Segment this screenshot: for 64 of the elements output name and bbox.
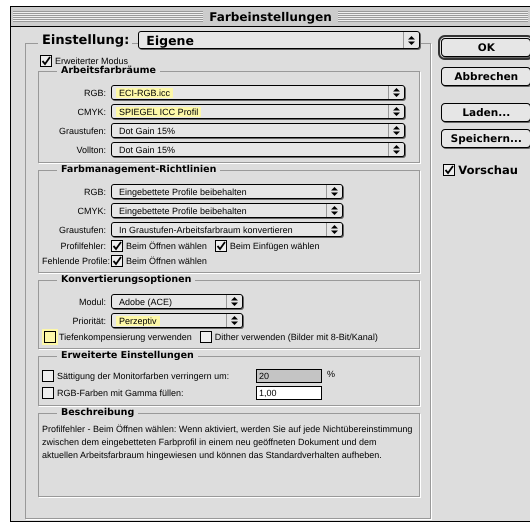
field-label: RGB: <box>82 88 107 98</box>
field-label: Modul: <box>78 296 107 306</box>
field-label: Graustufen: <box>58 224 107 234</box>
setting-label: Einstellung: <box>38 32 132 48</box>
checkbox[interactable] <box>443 164 456 176</box>
checkbox-label: Erweiterter Modus <box>55 56 128 66</box>
dropdown-value: Eigene <box>145 32 195 48</box>
dialog-button[interactable]: Laden... <box>441 103 530 122</box>
checkbox-label: RGB-Farben mit Gamma füllen: <box>57 388 184 398</box>
dropdown[interactable]: SPIEGEL ICC Profil <box>111 104 405 119</box>
updown-arrows-icon <box>331 206 338 215</box>
dropdown[interactable]: Dot Gain 15% <box>111 142 405 157</box>
dropdown[interactable]: ECI-RGB.icc <box>111 85 405 100</box>
updown-arrows-icon <box>393 107 400 116</box>
checkbox[interactable] <box>200 331 212 343</box>
checkbox-label: Beim Einfügen wählen <box>230 241 320 251</box>
group-title: Farbmanagement-Richtlinien <box>57 164 220 175</box>
updown-arrows-icon <box>393 88 400 97</box>
checkbox[interactable] <box>214 240 227 252</box>
field-label: CMYK: <box>76 106 107 116</box>
dropdown[interactable]: Dot Gain 15% <box>111 123 405 138</box>
updown-arrows-icon <box>231 297 238 306</box>
field-label: RGB: <box>82 186 107 196</box>
dialog-button[interactable]: Abbrechen <box>441 67 530 86</box>
updown-arrows-icon <box>331 225 338 234</box>
checkbox[interactable] <box>44 331 56 343</box>
group-title: Konvertierungsoptionen <box>57 274 196 285</box>
checkbox-label: Tiefenkompensierung verwenden <box>59 332 192 342</box>
input-field[interactable]: 1,00 <box>256 386 322 400</box>
unit-label: % <box>327 369 336 379</box>
dropdown[interactable]: Eingebettete Profile beibehalten <box>111 203 343 218</box>
field-label: Priorität: <box>71 316 107 326</box>
description-text: Profilfehler - Beim Öffnen wählen: Wenn aktiviert, werden Sie auf jede Nichtübereinstimmung zwischen dem eingebetteten Farbprofil in einem neu geöffneten Dokument und dem aktuellen Arbeitsfarbraum hingewiesen und können das Standardverhalten aufheben. <box>42 423 414 462</box>
checkbox-box[interactable] <box>40 55 52 67</box>
setting-dropdown[interactable]: Eigene <box>138 31 420 49</box>
dropdown[interactable]: Adobe (ACE) <box>111 294 243 309</box>
dropdown[interactable]: In Graustufen-Arbeitsfarbraum konvertieren <box>111 222 343 237</box>
dialog-button[interactable]: OK <box>441 38 530 57</box>
updown-arrows-icon <box>393 126 400 135</box>
checkbox[interactable] <box>42 387 54 399</box>
checkbox[interactable]: Erweiterter Modus <box>40 55 128 67</box>
field-label: Graustufen: <box>58 126 107 136</box>
checkbox-label: Sättigung der Monitorfarben verringern um: <box>57 371 230 381</box>
field-label: Fehlende Profile: <box>42 256 111 266</box>
updown-arrows-icon <box>331 187 338 196</box>
updown-arrows-icon <box>408 36 416 44</box>
field-label: CMYK: <box>76 206 107 216</box>
checkbox-label: Beim Öffnen wählen <box>126 256 207 266</box>
group-title: Erweiterte Einstellungen <box>57 350 198 361</box>
field-label: Vollton: <box>75 144 107 154</box>
dialog-button[interactable]: Speichern... <box>441 129 530 148</box>
field-label: Profilfehler: <box>59 241 107 251</box>
group-title: Beschreibung <box>57 407 138 418</box>
dropdown[interactable]: Perzeptiv <box>111 313 243 328</box>
checkbox-label: Beim Öffnen wählen <box>126 241 207 251</box>
checkbox-label: Dither verwenden (Bilder mit 8-Bit/Kanal) <box>214 332 378 342</box>
updown-arrows-icon <box>393 145 400 154</box>
checkbox[interactable] <box>111 255 123 267</box>
window-title: Farbeinstellungen <box>208 10 333 24</box>
updown-arrows-icon <box>231 316 238 325</box>
checkbox-label: Vorschau <box>458 163 518 177</box>
dropdown[interactable]: Eingebettete Profile beibehalten <box>111 184 343 199</box>
group-title: Arbeitsfarbräume <box>57 65 160 76</box>
checkbox[interactable] <box>111 240 123 252</box>
